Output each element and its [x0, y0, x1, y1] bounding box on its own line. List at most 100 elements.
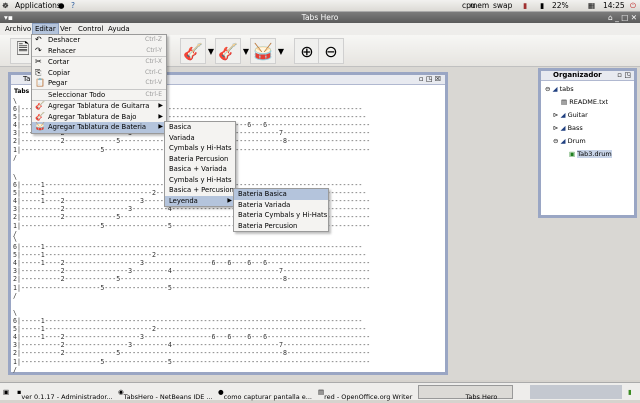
drum-icon: 🥁 — [35, 122, 45, 131]
menu-archivo[interactable]: Archivo — [5, 25, 31, 33]
menu-item-shortcut: Ctrl-V — [145, 79, 162, 86]
paste-icon: 📋 — [35, 78, 45, 87]
organizer-buttons[interactable]: ▫ ◳ — [617, 71, 631, 79]
tab-string-line: 2|----------2-------------5-------------… — [13, 275, 371, 284]
tab-string-line: 6|-----1--------------------------------… — [13, 317, 363, 326]
tab-string-line: 5|-----1---------------------------2----… — [13, 325, 367, 334]
edit-menu-item[interactable]: 📋 Pegar Ctrl-V — [32, 78, 166, 89]
legend-submenu: Bateria Basica Bateria Variada Bateria Cym… — [233, 188, 329, 232]
window-title: Tabs Hero — [301, 13, 339, 22]
menu-item-shortcut: Ctrl-C — [144, 68, 162, 76]
organizer-header[interactable]: Organizador ▫ ◳ — [541, 71, 634, 81]
tree-item-drum[interactable]: ⊖ ◢ Drum — [553, 137, 586, 145]
logout-icon[interactable]: ⏻ — [630, 1, 636, 11]
drum-submenu-item[interactable]: Cymbals y Hi-Hats — [165, 143, 235, 154]
workspace-icon[interactable]: ▦ — [588, 1, 595, 10]
task-browser[interactable]: ● como capturar pantalla e... — [218, 388, 312, 401]
menu-item-label: Cymbals y Hi-Hats — [169, 144, 232, 152]
menu-item-label: Agregar Tablatura de Bajo — [48, 112, 137, 121]
battery-icon: ▮ — [540, 1, 545, 10]
help-icon[interactable]: ? — [71, 1, 75, 10]
submenu-arrow-icon: ▶ — [227, 196, 232, 204]
edit-menu-item[interactable]: 🥁 Agregar Tablatura de Bateria ▶ — [32, 122, 166, 133]
tree-item-guitar[interactable]: ⊳ ◢ Guitar — [553, 111, 588, 119]
menu-item-shortcut: Ctrl-E — [145, 90, 162, 98]
window-buttons[interactable]: ▫ ◳ ☒ — [419, 75, 441, 83]
menu-item-shortcut: Ctrl-Y — [146, 46, 162, 54]
swap-monitor: swap — [493, 1, 513, 10]
mem-monitor: mem — [470, 1, 490, 10]
tab-string-line: 6|-----1--------------------------------… — [13, 243, 363, 252]
drum-submenu-item[interactable]: Basica + Variada — [165, 164, 235, 175]
legend-submenu-item[interactable]: Bateria Percusion — [234, 221, 328, 232]
menu-item-label: Bateria Percusion — [169, 154, 229, 163]
clock[interactable]: 14:25 — [603, 1, 625, 10]
bass-icon[interactable]: 🎸 — [215, 38, 241, 64]
tree-item-bass[interactable]: ⊳ ◢ Bass — [553, 124, 583, 132]
applications-menu[interactable]: Applications — [15, 1, 61, 10]
drum-submenu-item[interactable]: Variada — [165, 133, 235, 144]
submenu-arrow-icon: ▶ — [158, 112, 163, 120]
tab-string-line: 4|-----1----2-------------------3-------… — [13, 259, 371, 268]
show-desktop-icon[interactable]: ▣ — [3, 388, 9, 396]
battery-level: 22% — [552, 1, 569, 10]
edit-menu-item[interactable]: 🎸 Agregar Tablatura de Bajo ▶ — [32, 112, 166, 123]
window-controls[interactable]: ⌂ _ □ ✕ — [608, 12, 637, 23]
zoom-in-icon[interactable]: ⊕ — [294, 38, 320, 64]
tab-block[interactable]: \6|-----1-------------------------------… — [13, 309, 370, 374]
drum-submenu-item[interactable]: Basica — [165, 122, 235, 133]
legend-submenu-item[interactable]: Bateria Cymbals y Hi-Hats — [234, 210, 328, 221]
menu-item-label: Bateria Variada — [238, 200, 291, 209]
menu-ver[interactable]: Ver — [60, 25, 71, 33]
window-menu-icon[interactable]: ▾▪ — [4, 12, 13, 23]
workspace-switcher[interactable] — [530, 385, 622, 399]
drum-submenu-item[interactable]: Leyenda ▶ — [165, 195, 235, 206]
gnome-foot-icon[interactable]: ☸ — [2, 1, 9, 10]
task-tabs-hero[interactable]: Tabs Hero — [418, 385, 513, 401]
edit-menu-item[interactable]: Seleccionar Todo Ctrl-E — [32, 90, 166, 101]
window-titlebar[interactable]: ▾▪ Tabs Hero ⌂ _ □ ✕ — [0, 12, 640, 23]
drum-submenu: Basica Variada Cymbals y Hi-Hats Bateria Pe… — [164, 121, 236, 207]
edit-menu-item[interactable]: ↷ Rehacer Ctrl-Y — [32, 46, 166, 57]
edit-menu-item[interactable]: ✂ Cortar Ctrl-X — [32, 57, 166, 68]
trash-icon[interactable]: ▮ — [628, 388, 632, 396]
menu-item-shortcut: Ctrl-X — [145, 58, 162, 65]
task-terminal[interactable]: ▪ ver 0.1.17 - Administrador... — [17, 388, 113, 401]
launcher-icon[interactable]: ● — [58, 1, 65, 10]
task-netbeans[interactable]: ◉ TabsHero - NetBeans IDE ... — [118, 388, 213, 401]
drum-submenu-item[interactable]: Bateria Percusion — [165, 154, 235, 165]
edit-menu-item[interactable]: ⎘ Copiar Ctrl-C — [32, 68, 166, 79]
menu-item-label: Agregar Tablatura de Bateria — [48, 123, 147, 131]
tree-item-tab3-drum[interactable]: ▣ Tab3.drum — [569, 150, 612, 158]
menu-item-shortcut: Ctrl-Z — [145, 36, 162, 43]
legend-submenu-item[interactable]: Bateria Variada — [234, 200, 328, 211]
undo-icon: ↶ — [35, 35, 42, 44]
tree-item-tabs[interactable]: ⊖ ◢ tabs — [545, 85, 574, 93]
tab-block[interactable]: \6|-----1-------------------------------… — [13, 235, 370, 300]
edit-menu-item[interactable]: 🎸 Agregar Tablatura de Guitarra ▶ — [32, 101, 166, 112]
copy-icon: ⎘ — [35, 67, 42, 77]
menu-item-label: Deshacer — [48, 36, 81, 44]
menu-item-label: Variada — [169, 133, 195, 142]
tab-string-line: 2|----------2-------------5-------------… — [13, 349, 371, 358]
tab-open-marker: \ — [13, 235, 17, 243]
drum-submenu-item[interactable]: Cymbals y Hi-Hats — [165, 175, 235, 186]
top-panel: ☸ Applications ● ? cpu mem swap ▮ ▮ 22% … — [0, 0, 640, 12]
tab-string-line: 5|-----1---------------------------2----… — [13, 251, 367, 260]
task-writer[interactable]: ▤ red - OpenOffice.org Writer — [318, 388, 412, 401]
menu-control[interactable]: Control — [78, 25, 103, 33]
drum-icon[interactable]: 🥁 — [250, 38, 276, 64]
cut-icon: ✂ — [35, 57, 42, 66]
drum-submenu-item[interactable]: Basica + Percusion — [165, 185, 235, 196]
edit-menu-item[interactable]: ↶ Deshacer Ctrl-Z — [32, 35, 166, 46]
menu-item-label: Cortar — [48, 58, 70, 66]
drum-dropdown[interactable]: ▼ — [276, 38, 286, 64]
guitar-icon: 🎸 — [35, 101, 45, 110]
menu-item-label: Pegar — [48, 79, 68, 87]
legend-submenu-item[interactable]: Bateria Basica — [234, 189, 328, 200]
guitar-icon[interactable]: 🎸 — [180, 38, 206, 64]
tree-item-readme[interactable]: ▤ README.txt — [561, 98, 608, 106]
zoom-out-icon[interactable]: ⊖ — [318, 38, 344, 64]
submenu-arrow-icon: ▶ — [158, 102, 163, 109]
menu-ayuda[interactable]: Ayuda — [108, 25, 130, 33]
